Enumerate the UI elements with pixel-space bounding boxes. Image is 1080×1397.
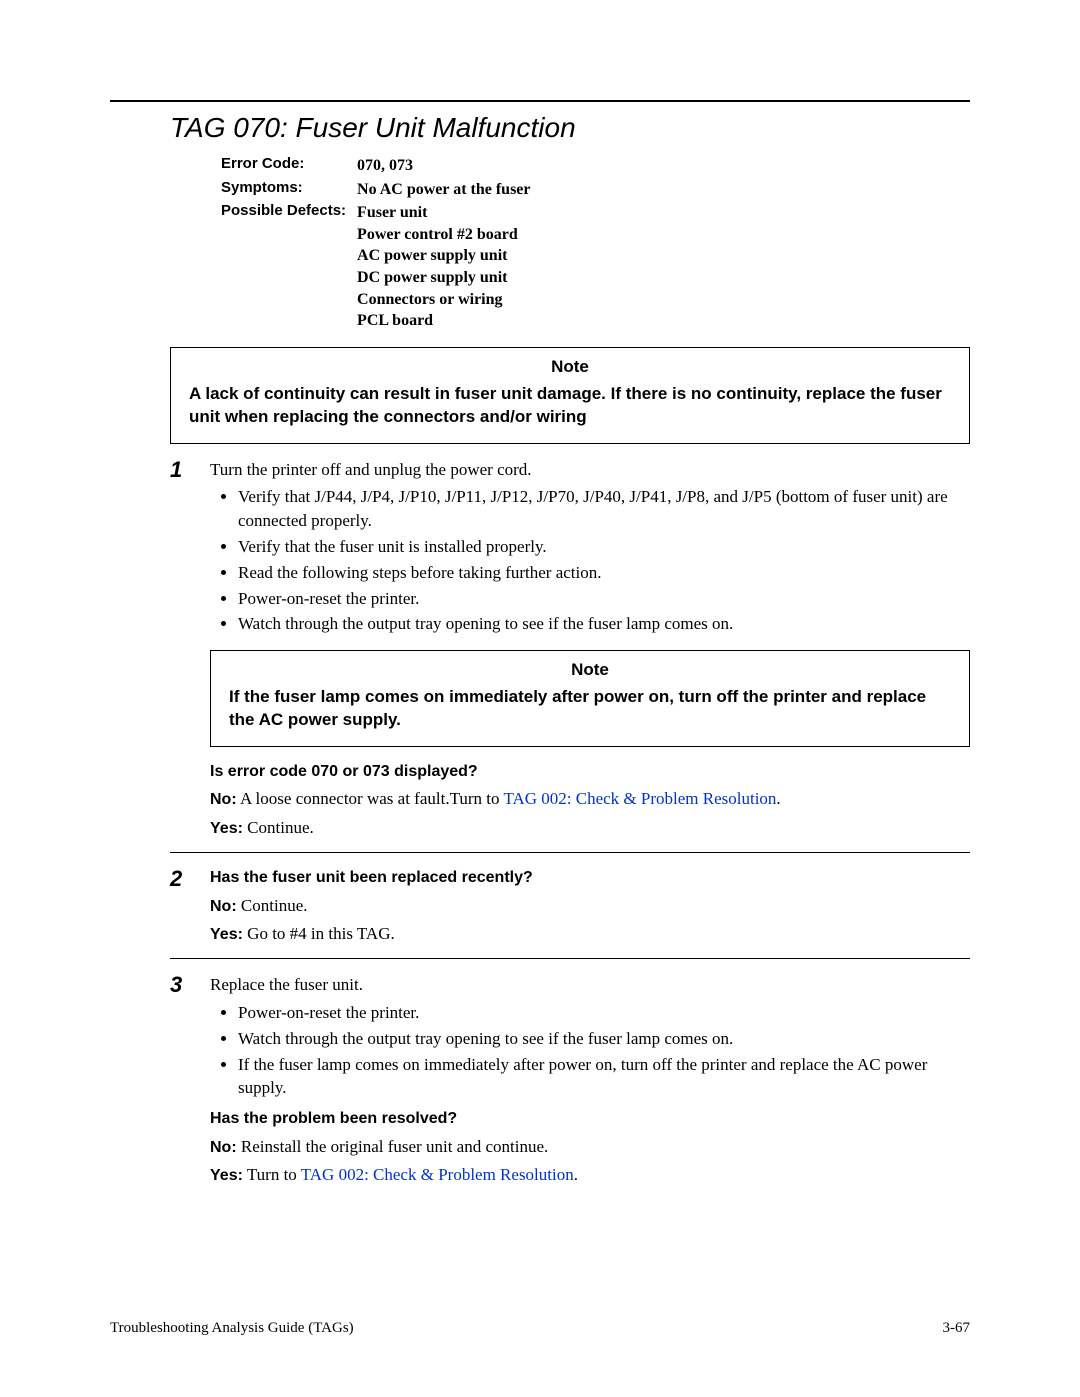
step-3-yes-text-b: . — [574, 1165, 578, 1184]
step-1-no-text-a: A loose connector was at fault.Turn to — [240, 789, 503, 808]
step-3: 3 Replace the fuser unit. Power-on-reset… — [170, 973, 970, 1191]
value-symptoms: No AC power at the fuser — [356, 178, 531, 202]
top-rule — [110, 100, 970, 102]
footer: Troubleshooting Analysis Guide (TAGs) 3-… — [110, 1320, 970, 1337]
step-2-num: 2 — [170, 867, 210, 950]
step-1-num: 1 — [170, 458, 210, 845]
sep-1-2 — [170, 852, 970, 853]
note2-body: If the fuser lamp comes on immediately a… — [229, 687, 926, 729]
label-defects: Possible Defects: — [220, 201, 356, 333]
note1-body: A lack of continuity can result in fuser… — [189, 384, 942, 426]
step-3-question: Has the problem been resolved? — [210, 1108, 970, 1130]
step-3-bullets: Power-on-reset the printer. Watch throug… — [210, 1001, 970, 1100]
step-3-b3: If the fuser lamp comes on immediately a… — [238, 1053, 970, 1101]
note1-header: Note — [189, 356, 951, 379]
step-3-yes: Yes: Turn to TAG 002: Check & Problem Re… — [210, 1163, 970, 1187]
value-defects: Fuser unit Power control #2 board AC pow… — [356, 201, 531, 333]
step-1-b2: Verify that the fuser unit is installed … — [238, 535, 970, 559]
step-3-no: No: Reinstall the original fuser unit an… — [210, 1135, 970, 1159]
step-1-intro: Turn the printer off and unplug the powe… — [210, 458, 970, 482]
label-error-code: Error Code: — [220, 154, 356, 178]
row-error-code: Error Code: 070, 073 — [220, 154, 532, 178]
row-symptoms: Symptoms: No AC power at the fuser — [220, 178, 532, 202]
step-1-question: Is error code 070 or 073 displayed? — [210, 761, 970, 783]
step-2-body: Has the fuser unit been replaced recentl… — [210, 867, 970, 950]
step-3-b2: Watch through the output tray opening to… — [238, 1027, 970, 1051]
step-1-body: Turn the printer off and unplug the powe… — [210, 458, 970, 845]
step-1-b3: Read the following steps before taking f… — [238, 561, 970, 585]
step-1-b1: Verify that J/P44, J/P4, J/P10, J/P11, J… — [238, 485, 970, 533]
page: TAG 070: Fuser Unit Malfunction Error Co… — [0, 0, 1080, 1397]
step-3-yes-label: Yes: — [210, 1167, 243, 1184]
step-3-no-text: Reinstall the original fuser unit and co… — [241, 1137, 548, 1156]
step-1-yes: Yes: Continue. — [210, 816, 970, 840]
step-1-no: No: A loose connector was at fault.Turn … — [210, 787, 970, 811]
step-3-yes-text-a: Turn to — [247, 1165, 301, 1184]
step-2: 2 Has the fuser unit been replaced recen… — [170, 867, 970, 950]
label-symptoms: Symptoms: — [220, 178, 356, 202]
value-error-code: 070, 073 — [356, 154, 531, 178]
step-1-no-label: No: — [210, 791, 237, 808]
info-table: Error Code: 070, 073 Symptoms: No AC pow… — [220, 154, 532, 333]
step-2-yes-text: Go to #4 in this TAG. — [247, 924, 395, 943]
step-2-yes: Yes: Go to #4 in this TAG. — [210, 922, 970, 946]
step-2-no-text: Continue. — [241, 896, 308, 915]
step-1-b4: Power-on-reset the printer. — [238, 587, 970, 611]
row-defects: Possible Defects: Fuser unit Power contr… — [220, 201, 532, 333]
step-2-no-label: No: — [210, 898, 237, 915]
step-1: 1 Turn the printer off and unplug the po… — [170, 458, 970, 845]
step-1-yes-label: Yes: — [210, 820, 243, 837]
note2-header: Note — [229, 659, 951, 682]
steps-container: 1 Turn the printer off and unplug the po… — [170, 458, 970, 1192]
sep-2-3 — [170, 958, 970, 959]
page-title: TAG 070: Fuser Unit Malfunction — [170, 112, 970, 144]
footer-right: 3-67 — [943, 1320, 971, 1337]
step-3-b1: Power-on-reset the printer. — [238, 1001, 970, 1025]
step-1-b5: Watch through the output tray opening to… — [238, 612, 970, 636]
step-3-no-label: No: — [210, 1139, 237, 1156]
step-1-no-link[interactable]: TAG 002: Check & Problem Resolution — [503, 789, 776, 808]
step-1-no-text-b: . — [776, 789, 780, 808]
step-2-question: Has the fuser unit been replaced recentl… — [210, 867, 970, 889]
step-2-yes-label: Yes: — [210, 926, 243, 943]
step-3-yes-link[interactable]: TAG 002: Check & Problem Resolution — [301, 1165, 574, 1184]
note-box-1: Note A lack of continuity can result in … — [170, 347, 970, 444]
note-box-2: Note If the fuser lamp comes on immediat… — [210, 650, 970, 747]
step-1-bullets: Verify that J/P44, J/P4, J/P10, J/P11, J… — [210, 485, 970, 636]
footer-left: Troubleshooting Analysis Guide (TAGs) — [110, 1320, 354, 1337]
step-2-no: No: Continue. — [210, 894, 970, 918]
step-1-yes-text: Continue. — [247, 818, 314, 837]
step-3-intro: Replace the fuser unit. — [210, 973, 970, 997]
step-3-num: 3 — [170, 973, 210, 1191]
step-3-body: Replace the fuser unit. Power-on-reset t… — [210, 973, 970, 1191]
